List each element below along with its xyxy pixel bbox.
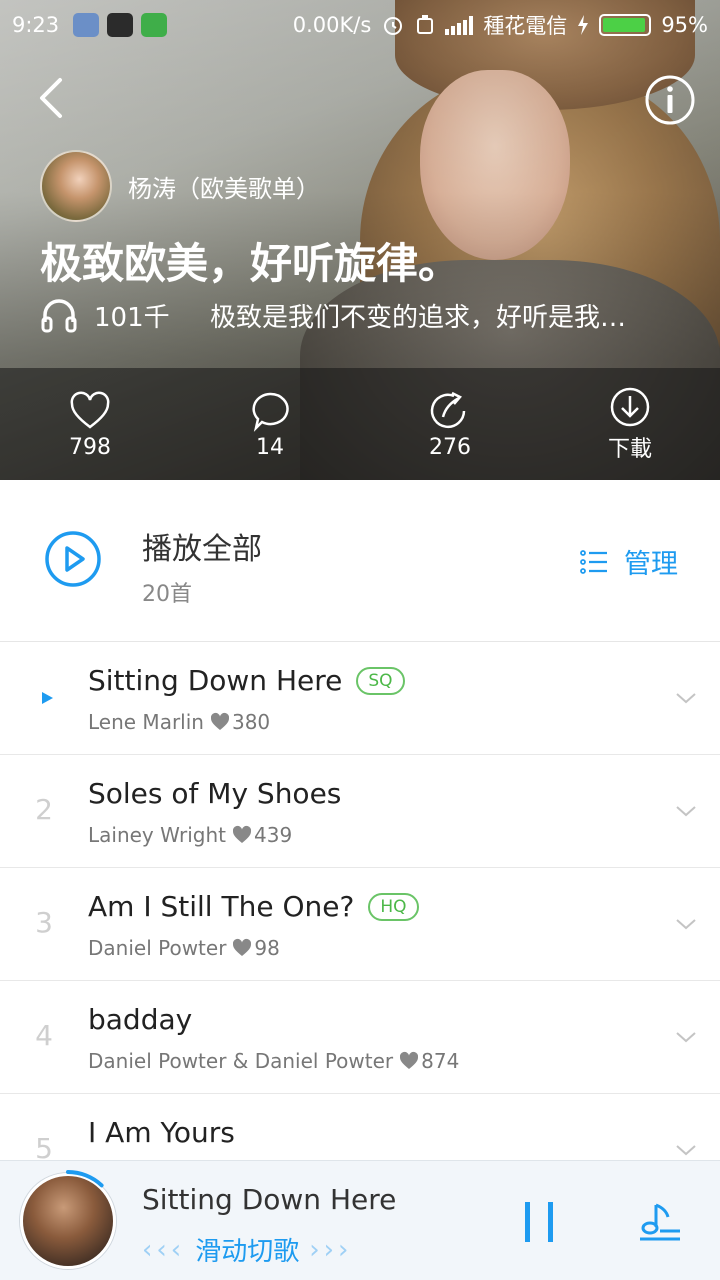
sim-icon: [417, 15, 434, 34]
quality-badge: HQ: [368, 892, 419, 921]
playlist-meta: 101千 极致是我们不变的追求，好听是我…: [40, 296, 700, 334]
swipe-right-arrows: ›››: [309, 1234, 353, 1265]
manage-label: 管理: [624, 549, 678, 580]
like-button[interactable]: 798: [0, 368, 180, 480]
play-all-label[interactable]: 播放全部: [142, 524, 262, 568]
song-row[interactable]: 4 badday Daniel Powter & Daniel Powter 8…: [0, 981, 720, 1094]
alarm-icon: [384, 17, 403, 35]
play-count: 101千: [94, 302, 170, 333]
signal-icon: [445, 15, 474, 35]
battery-icon: [599, 14, 652, 36]
song-artist: Lene Marlin: [88, 710, 204, 734]
info-icon[interactable]: [644, 74, 696, 126]
net-speed: 0.00K/s: [292, 13, 372, 37]
play-circle-icon[interactable]: [44, 530, 102, 588]
song-artist: Daniel Powter: [88, 936, 227, 960]
playlist-icon[interactable]: [636, 1201, 684, 1245]
song-likes: 439: [254, 823, 293, 847]
status-bar: 9:23 0.00K/s 種花電信 95%: [0, 0, 720, 50]
charging-icon: [578, 15, 589, 35]
song-likes: 380: [231, 710, 271, 734]
song-title: Am I Still The One?: [88, 890, 355, 923]
heart-icon: [232, 825, 252, 843]
comment-icon: [252, 392, 289, 432]
creator-name[interactable]: 杨涛（欧美歌单）: [128, 169, 320, 204]
heart-icon: [70, 391, 110, 429]
song-row[interactable]: 2 Soles of My Shoes Lainey Wright 439: [0, 755, 720, 868]
song-title: Soles of My Shoes: [88, 777, 342, 810]
back-icon[interactable]: [28, 74, 76, 122]
mini-player[interactable]: Sitting Down Here ‹‹‹ 滑动切歌 ›››: [0, 1160, 720, 1280]
download-button[interactable]: 下載: [540, 368, 720, 480]
swipe-left-arrows: ‹‹‹: [142, 1234, 186, 1265]
cloud-notification-icon: [141, 13, 168, 37]
chevron-down-icon[interactable]: [674, 686, 698, 710]
app-notification-icon: [73, 13, 100, 37]
chevron-down-icon[interactable]: [674, 799, 698, 823]
carrier-name: 種花電信: [483, 14, 568, 38]
pause-icon[interactable]: [520, 1199, 560, 1245]
share-icon: [430, 391, 466, 428]
manage-button[interactable]: 管理: [580, 542, 678, 581]
song-title: I Am Yours: [88, 1116, 235, 1149]
list-icon: [580, 549, 607, 574]
comment-button[interactable]: 14: [180, 368, 360, 480]
creator-info[interactable]: 杨涛（欧美歌单）: [40, 150, 320, 222]
headphones-icon: [41, 299, 77, 333]
like-count: 798: [69, 434, 111, 460]
song-artist: Lainey Wright: [88, 823, 226, 847]
song-likes: 98: [254, 936, 280, 960]
battery-percent: 95%: [661, 13, 708, 37]
action-bar: 798 14 276 下載: [0, 368, 720, 480]
now-playing-title: Sitting Down Here: [142, 1183, 397, 1216]
share-count: 276: [429, 434, 471, 460]
playback-progress-ring: [17, 1170, 119, 1272]
song-title: badday: [88, 1003, 193, 1036]
status-time: 9:23: [12, 13, 60, 37]
swipe-hint[interactable]: ‹‹‹ 滑动切歌 ›››: [142, 1231, 352, 1268]
song-row[interactable]: 3 Am I Still The One? HQ Daniel Powter 9…: [0, 868, 720, 981]
chevron-down-icon[interactable]: [674, 912, 698, 936]
song-number: 4: [35, 1019, 53, 1052]
song-count: 20首: [142, 582, 192, 607]
play-all-row[interactable]: 播放全部 20首 管理: [0, 480, 720, 642]
app-notification-icon: [107, 13, 134, 37]
chevron-down-icon[interactable]: [674, 1138, 698, 1162]
song-artist: Daniel Powter & Daniel Powter: [88, 1049, 394, 1073]
heart-icon: [233, 938, 252, 956]
now-playing-indicator: [42, 692, 53, 704]
heart-icon: [400, 1051, 419, 1069]
song-title: Sitting Down Here: [88, 664, 343, 697]
quality-badge: SQ: [356, 666, 405, 695]
song-likes: 874: [421, 1049, 460, 1073]
song-number: 3: [35, 906, 53, 939]
playlist-header: 9:23 0.00K/s 種花電信 95% 杨涛（欧美歌单） 极致欧美，好听旋律…: [0, 0, 720, 480]
download-icon: [610, 387, 650, 427]
share-button[interactable]: 276: [360, 368, 540, 480]
download-label: 下載: [607, 437, 652, 462]
creator-avatar[interactable]: [40, 150, 112, 222]
song-row[interactable]: Sitting Down Here SQ Lene Marlin 380: [0, 642, 720, 755]
swipe-hint-label: 滑动切歌: [195, 1237, 300, 1267]
heart-icon: [210, 712, 230, 730]
playlist-title: 极致欧美，好听旋律。: [40, 239, 461, 288]
song-list: Sitting Down Here SQ Lene Marlin 380 2 S…: [0, 642, 720, 1207]
comment-count: 14: [256, 434, 284, 460]
playlist-description[interactable]: 极致是我们不变的追求，好听是我…: [210, 297, 700, 334]
chevron-down-icon[interactable]: [674, 1025, 698, 1049]
song-number: 2: [35, 793, 53, 826]
